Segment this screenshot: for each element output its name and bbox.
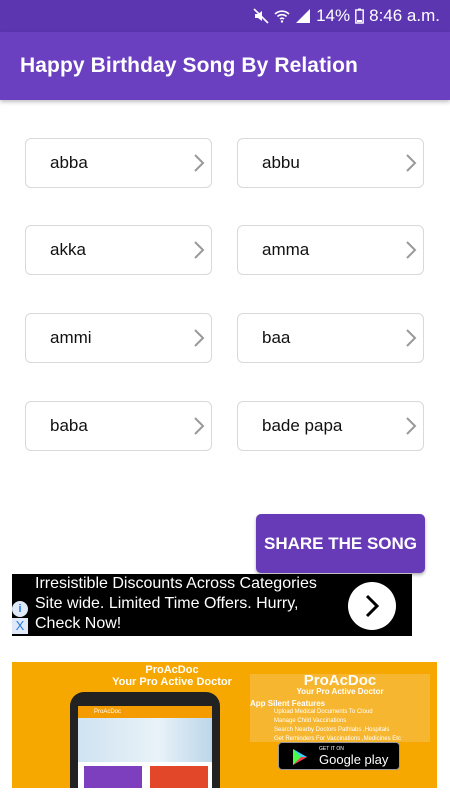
doctor-photo — [78, 718, 212, 762]
relation-label: abbu — [262, 153, 300, 172]
chevron-right-icon — [194, 154, 205, 172]
status-icons: 14% 8:46 a.m. — [253, 6, 440, 26]
feature-item: Manage Child Vaccinations — [274, 718, 347, 724]
features-title: App Silent Features — [250, 699, 326, 708]
relation-label: baa — [262, 328, 291, 347]
chevron-right-icon — [406, 241, 417, 259]
phone-app-bar: ProAcDoc — [78, 706, 212, 718]
battery-percent: 14% — [316, 6, 351, 25]
app-tile-documents — [84, 766, 142, 788]
google-play-icon — [293, 749, 307, 765]
ad-close-icon[interactable]: X — [12, 618, 28, 634]
chevron-right-icon — [194, 241, 205, 259]
relation-label: akka — [50, 240, 86, 259]
chevron-right-icon — [365, 594, 380, 618]
relation-label: abba — [50, 153, 88, 172]
app-title: Happy Birthday Song By Relation — [20, 54, 358, 77]
clock: 8:46 a.m. — [369, 6, 440, 25]
ad-line-3: Check Now! — [35, 615, 122, 632]
signal-icon — [296, 9, 311, 23]
ad-line-2: Site wide. Limited Time Offers. Hurry, — [35, 595, 299, 612]
relation-card-baba[interactable]: baba — [25, 401, 212, 451]
relation-card-amma[interactable]: amma — [237, 225, 424, 275]
wifi-icon — [274, 10, 290, 23]
phone-screen: ProAcDoc — [78, 706, 212, 788]
relation-label: bade papa — [262, 416, 343, 435]
phone-mockup-image: ProAcDoc — [70, 692, 220, 788]
banner-tagline-2: Your Pro Active Doctor — [296, 687, 384, 696]
ad-copy[interactable]: Irresistible Discounts Across Categories… — [35, 574, 335, 634]
feature-item: Upload Medical Documents To Cloud — [274, 709, 373, 715]
feature-item: Search Nearby Doctors Pathlabs ,Hospital… — [274, 727, 390, 733]
chevron-right-icon — [406, 417, 417, 435]
chevron-right-icon — [194, 329, 205, 347]
relation-card-ammi[interactable]: ammi — [25, 313, 212, 363]
store-big-label: Google play — [319, 752, 389, 767]
mute-icon — [253, 8, 269, 24]
banner-tagline: Your Pro Active Doctor — [112, 676, 232, 688]
relation-label: amma — [262, 240, 310, 259]
relation-card-akka[interactable]: akka — [25, 225, 212, 275]
ad-line-1: Irresistible Discounts Across Categories — [35, 575, 317, 592]
banner-ad[interactable]: ProAcDoc Your Pro Active Doctor ProAcDoc… — [12, 662, 437, 788]
battery-icon — [355, 8, 365, 24]
relation-card-bade-papa[interactable]: bade papa — [237, 401, 424, 451]
banner-brand: ProAcDoc — [145, 664, 199, 676]
relation-card-baa[interactable]: baa — [237, 313, 424, 363]
google-play-badge[interactable]: GET IT ON Google play — [278, 742, 400, 770]
relation-card-abba[interactable]: abba — [25, 138, 212, 188]
relation-card-abbu[interactable]: abbu — [237, 138, 424, 188]
relation-label: ammi — [50, 328, 92, 347]
share-song-button[interactable]: SHARE THE SONG — [256, 514, 425, 573]
ad-arrow-button[interactable] — [348, 582, 396, 630]
text-ad[interactable]: Irresistible Discounts Across Categories… — [12, 574, 412, 636]
chevron-right-icon — [194, 417, 205, 435]
ad-info-icon[interactable]: i — [12, 601, 28, 617]
app-tile-family — [150, 766, 208, 788]
status-bar: 14% 8:46 a.m. — [0, 0, 450, 32]
app-bar: Happy Birthday Song By Relation — [0, 32, 450, 100]
chevron-right-icon — [406, 329, 417, 347]
chevron-right-icon — [406, 154, 417, 172]
relation-label: baba — [50, 416, 88, 435]
